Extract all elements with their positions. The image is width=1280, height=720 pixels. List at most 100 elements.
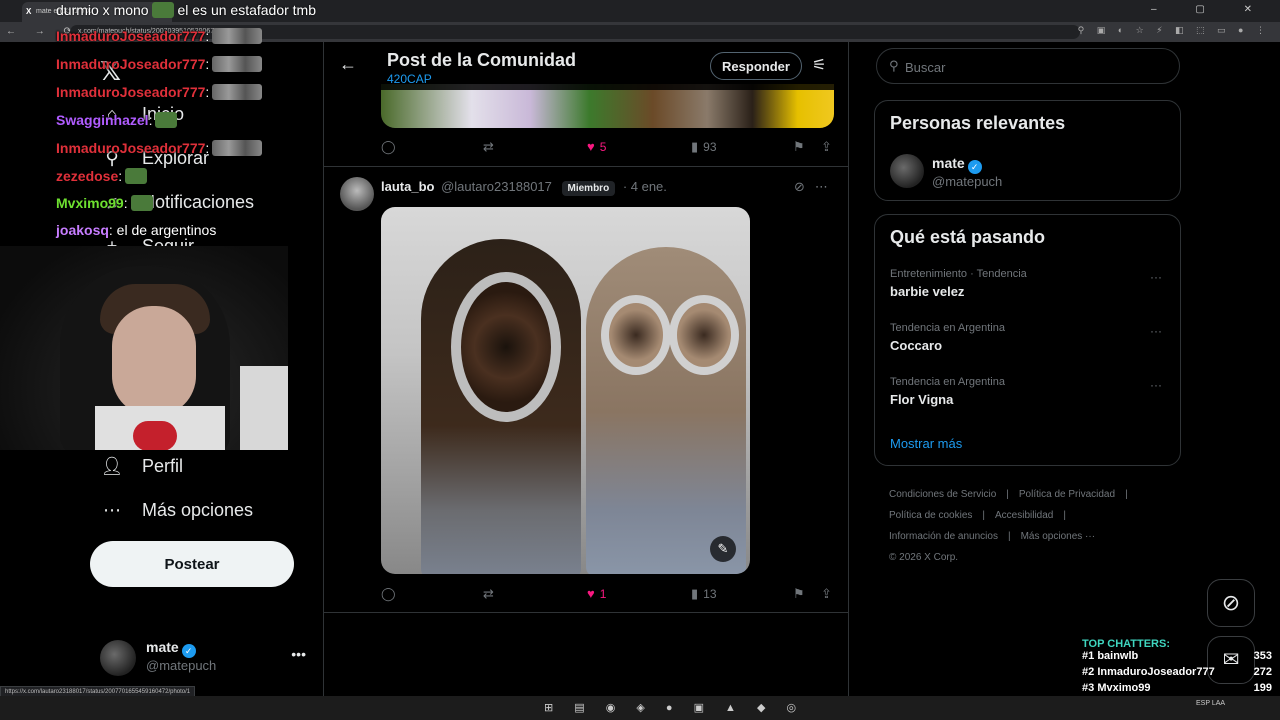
- sidebar-item-label: Más opciones: [142, 500, 254, 520]
- avatar: [100, 640, 136, 676]
- like-button[interactable]: ♥ 5: [587, 139, 606, 154]
- more-icon: ⋯: [814, 179, 838, 194]
- repost-icon[interactable]: ⇄: [483, 139, 494, 155]
- emote-icon: [130, 195, 153, 211]
- post-image[interactable]: ✎: [381, 207, 750, 574]
- language-indicator[interactable]: ESP LAA: [1196, 700, 1225, 707]
- community-name[interactable]: 420CAP: [387, 72, 432, 86]
- page-header: ← Post de la Comunidad 420CAP Responder …: [324, 42, 848, 90]
- emote-icon: [125, 168, 148, 184]
- previous-post-image[interactable]: [381, 84, 834, 128]
- grok-icon: ⊘: [1221, 590, 1241, 615]
- chart-icon: ▮: [691, 586, 699, 601]
- member-badge: Miembro: [561, 181, 616, 196]
- show-more-link[interactable]: Mostrar más: [890, 436, 962, 451]
- post-username[interactable]: lauta_bo: [381, 179, 434, 194]
- account-name: mate ✓: [146, 639, 196, 658]
- reply-button[interactable]: Responder: [710, 52, 802, 80]
- bookmark-icon[interactable]: ⚑: [793, 586, 805, 602]
- right-sidebar: ⚲ Personas relevantes mate✓ @matepuch Qu…: [874, 42, 1182, 696]
- verified-badge-icon: ✓: [181, 644, 196, 658]
- sidebar-item-perfil[interactable]: 👤︎ Perfil: [100, 456, 183, 477]
- footer-link[interactable]: Accesibilidad: [995, 510, 1053, 521]
- chatter-row: #1 bainwlb 353: [1082, 650, 1272, 662]
- sidebar-item-mas-opciones[interactable]: ⋯ Más opciones: [100, 500, 253, 521]
- share-icon[interactable]: ⇪: [821, 139, 832, 155]
- bookmark-icon[interactable]: ⚑: [793, 139, 805, 155]
- more-icon[interactable]: •••: [291, 646, 306, 662]
- more-icon[interactable]: ···: [1150, 270, 1162, 284]
- page-title: Post de la Comunidad: [387, 50, 577, 70]
- post-date[interactable]: · 4 ene.: [623, 179, 667, 194]
- reply-icon[interactable]: ◯: [381, 139, 396, 155]
- avatar[interactable]: [340, 177, 374, 211]
- extension-icons[interactable]: ⚲ ▣ ◐ ☆ ⚡ ◧ ⬚ ▭ ● ⋮: [1078, 25, 1270, 36]
- more-circle-icon: ⋯: [103, 500, 121, 520]
- post-handle[interactable]: @lautaro23188017: [441, 179, 552, 194]
- chat-line: joakosq: el de argentinos: [56, 222, 217, 238]
- relevant-user-name[interactable]: mate ✓: [932, 155, 982, 174]
- chat-line: InmaduroJoseador777:: [56, 28, 263, 44]
- settings-sliders-icon[interactable]: ⚟: [812, 55, 826, 75]
- emote-icon: [155, 112, 178, 128]
- heart-icon: ♥: [587, 586, 595, 601]
- divider: [324, 612, 848, 613]
- footer-link[interactable]: Más opciones ···: [1021, 531, 1095, 542]
- repost-icon[interactable]: ⇄: [483, 586, 494, 602]
- post-more-icons[interactable]: ⊘⋯: [794, 179, 838, 195]
- chat-line: zezedose:: [56, 168, 148, 184]
- prev-post-actions: ◯ ⇄ ♥ 5 ▮ 93 ⚑ ⇪: [381, 139, 834, 159]
- sidebar-item-label: Perfil: [142, 456, 184, 476]
- grok-button[interactable]: ⊘: [1207, 579, 1255, 627]
- reply-icon[interactable]: ◯: [381, 586, 396, 602]
- account-handle: @matepuch: [146, 658, 217, 673]
- footer-link[interactable]: Condiciones de Servicio: [889, 489, 996, 500]
- main-timeline: ← Post de la Comunidad 420CAP Responder …: [323, 42, 849, 696]
- chat-top-message: durmio x mono el es un estafador tmb: [56, 2, 317, 18]
- more-icon[interactable]: ···: [1150, 324, 1162, 338]
- emote-icon: [212, 84, 263, 100]
- chat-line: Swagginhazel:: [56, 112, 178, 128]
- taskbar-app-icons[interactable]: ⊞ ▤ ◉ ◈ ● ▣ ▲ ◆ ◎: [544, 701, 805, 714]
- trend-item[interactable]: Entretenimiento · Tendencia barbie velez…: [890, 268, 1170, 299]
- share-icon[interactable]: ⇪: [821, 586, 832, 602]
- search-box[interactable]: ⚲: [876, 48, 1180, 84]
- emote-icon: [212, 56, 263, 72]
- panel-title: Qué está pasando: [890, 227, 1046, 247]
- views-button[interactable]: ▮ 93: [691, 139, 717, 155]
- divider: [324, 166, 848, 167]
- like-button[interactable]: ♥ 1: [587, 586, 606, 601]
- chat-line: InmaduroJoseador777:: [56, 56, 263, 72]
- more-icon[interactable]: ···: [1150, 378, 1162, 392]
- search-icon: ⚲: [889, 58, 899, 73]
- grok-icon: ⊘: [794, 179, 815, 194]
- chat-line: Mvximo99:: [56, 195, 153, 211]
- heart-icon: ♥: [587, 139, 595, 154]
- trend-item[interactable]: Tendencia en Argentina Coccaro ···: [890, 322, 1170, 353]
- trend-item[interactable]: Tendencia en Argentina Flor Vigna ···: [890, 376, 1170, 407]
- relevant-user-handle[interactable]: @matepuch: [932, 174, 1002, 189]
- chat-line: InmaduroJoseador777:: [56, 140, 263, 156]
- avatar[interactable]: [890, 154, 924, 188]
- account-switcher[interactable]: mate ✓ @matepuch •••: [100, 636, 310, 680]
- taskbar: ⊞ ▤ ◉ ◈ ● ▣ ▲ ◆ ◎ ESP LAA: [0, 696, 1280, 720]
- footer-links: Condiciones de Servicio | Política de Priv…: [889, 489, 1128, 563]
- window-controls[interactable]: – ▢ ✕: [1151, 4, 1270, 15]
- relevant-people-panel: Personas relevantes mate ✓ @matepuch: [874, 100, 1181, 201]
- back-arrow-icon[interactable]: ←: [339, 54, 357, 75]
- search-input[interactable]: [905, 57, 1165, 77]
- chatter-row: #2 InmaduroJoseador777 272: [1082, 666, 1272, 678]
- footer-link[interactable]: Política de Privacidad: [1019, 489, 1115, 500]
- post-actions: ◯ ⇄ ♥ 1 ▮ 13 ⚑ ⇪: [381, 586, 834, 606]
- edit-image-icon[interactable]: ✎: [710, 536, 736, 562]
- footer-link[interactable]: Información de anuncios: [889, 531, 998, 542]
- top-chatters-title: TOP CHATTERS:: [1082, 638, 1171, 650]
- verified-badge-icon: ✓: [967, 160, 982, 174]
- person-icon: 👤︎: [100, 456, 124, 476]
- stream-chat-overlay: durmio x mono el es un estafador tmb Inm…: [0, 0, 316, 245]
- emote-icon: [212, 140, 263, 156]
- views-button[interactable]: ▮ 13: [691, 586, 717, 602]
- footer-link[interactable]: Política de cookies: [889, 510, 972, 521]
- post-button[interactable]: Postear: [90, 541, 294, 587]
- chart-icon: ▮: [691, 139, 699, 154]
